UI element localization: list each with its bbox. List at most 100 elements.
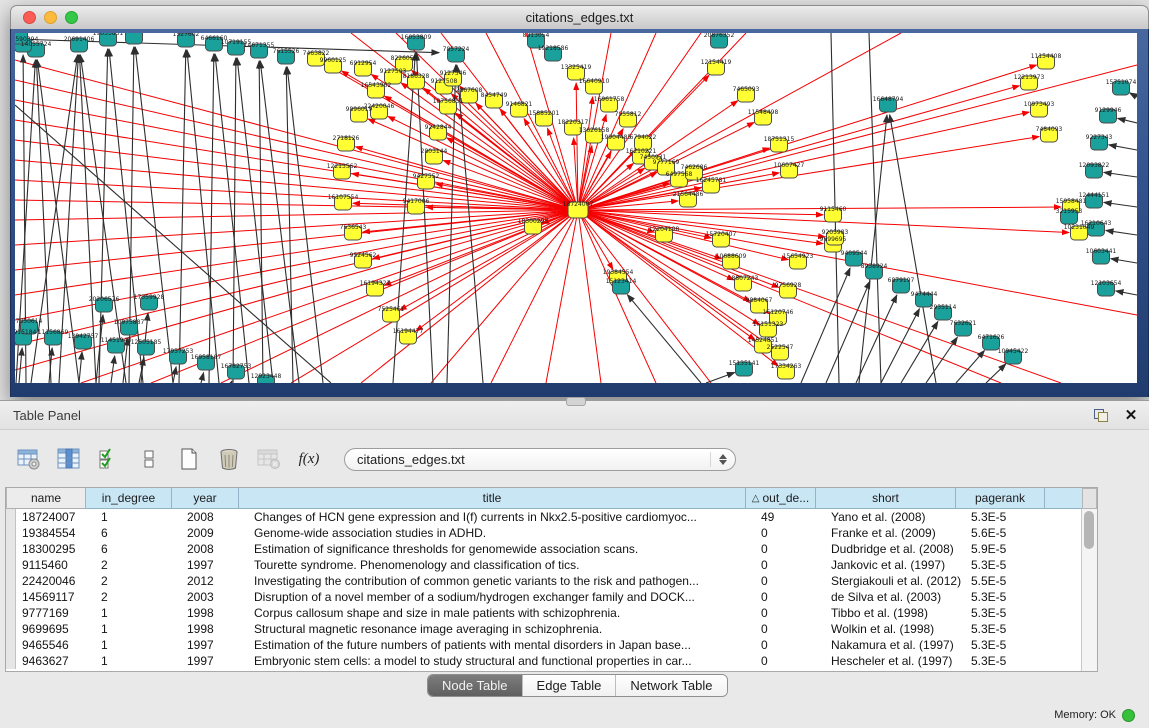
cell-in_degree: 6 [95, 542, 181, 556]
table-row[interactable]: 1456911722003Disruption of a novel membe… [6, 589, 1097, 605]
table-row[interactable]: 977716911998Corpus callosum shape and si… [6, 605, 1097, 621]
cell-in_degree: 2 [95, 590, 181, 604]
svg-text:10975887: 10975887 [114, 319, 145, 326]
column-header-short[interactable]: short [816, 488, 956, 509]
cell-short: Franke et al. (2009) [825, 526, 965, 540]
row-gutter [6, 589, 16, 605]
cell-out_degree: 49 [755, 510, 825, 524]
column-header-name[interactable]: name [7, 488, 86, 509]
svg-text:9409544: 9409544 [841, 250, 868, 257]
function-builder-icon[interactable]: f(x) [296, 446, 322, 472]
cell-pagerank: 5.3E-5 [965, 590, 1054, 604]
cell-title: Disruption of a novel member of a sodium… [248, 590, 755, 604]
svg-text:16961758: 16961758 [594, 96, 625, 103]
column-header-pagerank[interactable]: pagerank [956, 488, 1045, 509]
cell-in_degree: 2 [95, 558, 181, 572]
column-header-title[interactable]: title [239, 488, 746, 509]
network-canvas[interactable]: 1872400718300295746382299601256912954822… [15, 33, 1137, 383]
table-row[interactable]: 946362711997Embryonic stem cells: a mode… [6, 653, 1097, 669]
table-row[interactable]: 1938455462009Genome-wide association stu… [6, 525, 1097, 541]
window-title: citations_edges.txt [526, 10, 634, 25]
table-row[interactable]: 911546021997Tourette syndrome. Phenomeno… [6, 557, 1097, 573]
svg-text:15720407: 15720407 [706, 231, 737, 238]
svg-text:19384554: 19384554 [603, 269, 634, 276]
tab-network-table[interactable]: Network Table [616, 675, 726, 696]
svg-text:9242844: 9242844 [425, 124, 452, 131]
cell-name: 19384554 [16, 526, 95, 540]
svg-text:7615526: 7615526 [273, 48, 300, 55]
cell-name: 9465546 [16, 638, 95, 652]
status-bar: Memory: OK [1054, 702, 1149, 728]
cell-name: 9777169 [16, 606, 95, 620]
svg-text:14524851: 14524851 [748, 337, 779, 344]
svg-text:17359928: 17359928 [134, 294, 165, 301]
zoom-window-icon[interactable] [65, 11, 78, 24]
table-selector-dropdown[interactable]: citations_edges.txt [344, 448, 736, 471]
svg-text:18300295: 18300295 [518, 218, 549, 225]
table-mode-icon[interactable] [16, 446, 42, 472]
vertical-scrollbar[interactable] [1081, 509, 1097, 671]
svg-text:8938924: 8938924 [861, 263, 888, 270]
window-titlebar[interactable]: citations_edges.txt [10, 5, 1149, 30]
column-header-year[interactable]: year [172, 488, 239, 509]
svg-text:7850614: 7850614 [16, 318, 43, 325]
row-height-icon[interactable] [136, 446, 162, 472]
close-panel-icon[interactable]: ✕ [1119, 405, 1143, 425]
select-columns-icon[interactable] [96, 446, 122, 472]
table-row[interactable]: 1830029562008Estimation of significance … [6, 541, 1097, 557]
cell-year: 2003 [181, 590, 248, 604]
cell-year: 2008 [181, 542, 248, 556]
citation-graph[interactable]: 1872400718300295746382299601256912954822… [15, 33, 1137, 383]
cell-out_degree: 0 [755, 558, 825, 572]
scrollbar-thumb[interactable] [1084, 511, 1094, 549]
show-column-icon[interactable] [56, 446, 82, 472]
svg-text:9115460: 9115460 [820, 206, 847, 213]
network-window: citations_edges.txt 18724007183002957463… [10, 5, 1149, 397]
table-row[interactable]: 2242004622012Investigating the contribut… [6, 573, 1097, 589]
cell-out_degree: 0 [755, 590, 825, 604]
svg-text:16782753: 16782753 [221, 363, 252, 370]
new-column-icon[interactable] [176, 446, 202, 472]
table-row[interactable]: 1872400712008Changes of HCN gene express… [6, 509, 1097, 525]
cell-title: Genome-wide association studies in ADHD. [248, 526, 755, 540]
svg-text:8454749: 8454749 [481, 92, 508, 99]
tab-node-table[interactable]: Node Table [428, 675, 523, 696]
cell-out_degree: 0 [755, 638, 825, 652]
delete-column-icon[interactable] [216, 446, 242, 472]
svg-text:2867608: 2867608 [456, 87, 483, 94]
table-body: 1872400712008Changes of HCN gene express… [6, 509, 1097, 669]
panel-resize-grip[interactable] [566, 397, 586, 406]
minimize-window-icon[interactable] [44, 11, 57, 24]
svg-text:15654923: 15654923 [783, 253, 814, 260]
float-panel-icon[interactable] [1089, 405, 1113, 425]
cell-title: Tourette syndrome. Phenomenology and cla… [248, 558, 755, 572]
svg-text:12093822: 12093822 [1079, 162, 1110, 169]
svg-text:15123414: 15123414 [606, 278, 637, 285]
table-row[interactable]: 969969511998Structural magnetic resonanc… [6, 621, 1097, 637]
svg-text:10607427: 10607427 [774, 162, 805, 169]
table-row[interactable]: 946554611997Estimation of the future num… [6, 637, 1097, 653]
column-header-in_degree[interactable]: in_degree [86, 488, 172, 509]
svg-text:9146821: 9146821 [506, 101, 533, 108]
cell-out_degree: 0 [755, 574, 825, 588]
svg-text:12213973: 12213973 [1014, 74, 1045, 81]
cell-title: Structural magnetic resonance image aver… [248, 622, 755, 636]
close-window-icon[interactable] [23, 11, 36, 24]
panel-title: Table Panel [0, 408, 1089, 423]
cell-pagerank: 5.3E-5 [965, 606, 1054, 620]
cell-year: 1997 [181, 558, 248, 572]
dropdown-arrows-icon [710, 452, 727, 467]
tab-edge-table[interactable]: Edge Table [523, 675, 617, 696]
svg-text:20553807: 20553807 [15, 33, 34, 35]
row-gutter [6, 653, 16, 669]
svg-text:9896019: 9896019 [346, 106, 373, 113]
svg-text:6497568: 6497568 [666, 171, 693, 178]
cell-short: Dudbridge et al. (2008) [825, 542, 965, 556]
cell-pagerank: 5.6E-5 [965, 526, 1054, 540]
svg-text:15958481: 15958481 [1056, 198, 1087, 205]
row-gutter [6, 637, 16, 653]
svg-text:13942757: 13942757 [68, 333, 99, 340]
cell-title: Estimation of significance thresholds fo… [248, 542, 755, 556]
column-header-out_degree[interactable]: △out_de... [746, 488, 816, 509]
cell-pagerank: 5.3E-5 [965, 558, 1054, 572]
